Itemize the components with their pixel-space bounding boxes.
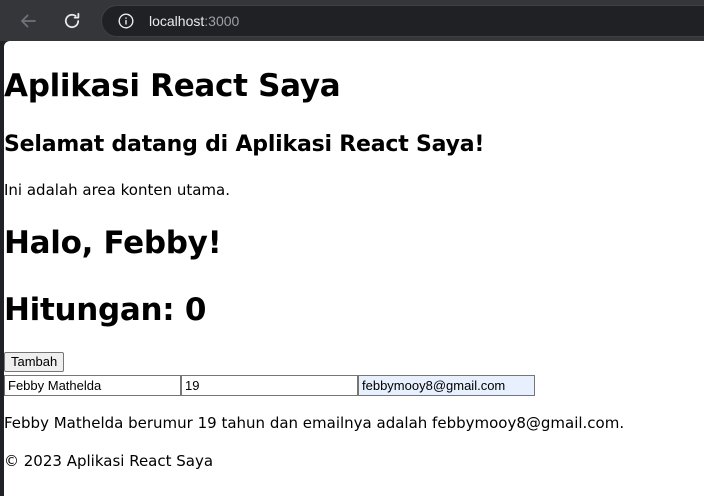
age-input[interactable] bbox=[181, 375, 358, 396]
url-host: localhost bbox=[149, 13, 205, 29]
address-bar[interactable]: localhost:3000 bbox=[101, 5, 704, 37]
greeting-heading: Halo, Febby! bbox=[4, 225, 222, 261]
back-button[interactable] bbox=[16, 9, 40, 33]
page-title: Aplikasi React Saya bbox=[4, 68, 341, 104]
url-text[interactable]: localhost:3000 bbox=[149, 13, 239, 29]
summary-text: Febby Mathelda berumur 19 tahun dan emai… bbox=[4, 414, 625, 432]
name-input[interactable] bbox=[4, 375, 181, 396]
reload-button[interactable] bbox=[60, 9, 84, 33]
welcome-heading: Selamat datang di Aplikasi React Saya! bbox=[4, 132, 485, 157]
url-port: :3000 bbox=[204, 13, 240, 29]
arrow-left-icon bbox=[21, 14, 36, 28]
email-input[interactable] bbox=[358, 375, 535, 396]
reload-icon bbox=[64, 12, 80, 29]
footer-text: © 2023 Aplikasi React Saya bbox=[4, 452, 214, 470]
content-text: Ini adalah area konten utama. bbox=[4, 181, 230, 199]
counter-heading: Hitungan: 0 bbox=[4, 292, 207, 328]
browser-toolbar: localhost:3000 bbox=[0, 0, 704, 41]
add-button[interactable]: Tambah bbox=[4, 352, 65, 372]
info-icon[interactable] bbox=[118, 13, 134, 29]
page-viewport: Aplikasi React Saya Selamat datang di Ap… bbox=[4, 41, 704, 496]
